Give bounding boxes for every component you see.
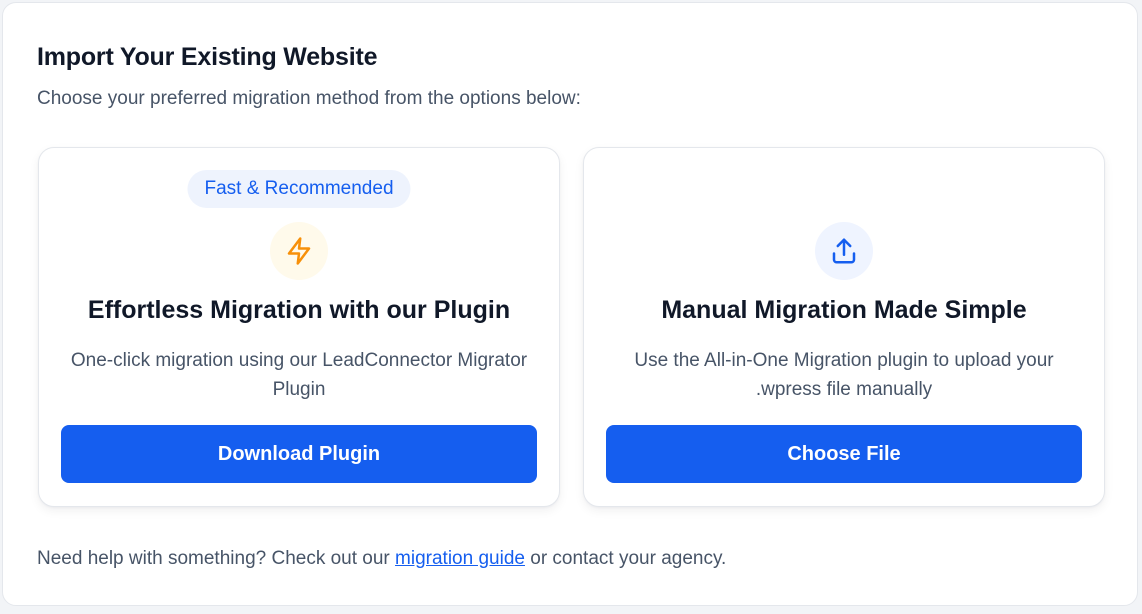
card-description: One-click migration using our LeadConnec… xyxy=(70,350,528,400)
migration-guide-link[interactable]: migration guide xyxy=(395,548,525,569)
card-title: Manual Migration Made Simple xyxy=(661,296,1027,324)
manual-migration-card: Manual Migration Made Simple Use the All… xyxy=(583,147,1105,507)
download-plugin-button[interactable]: Download Plugin xyxy=(61,425,537,483)
import-panel: Import Your Existing Website Choose your… xyxy=(2,2,1138,606)
footer-prefix: Need help with something? Check out our xyxy=(37,548,390,569)
page-title: Import Your Existing Website xyxy=(37,43,378,71)
footer-suffix: or contact your agency. xyxy=(530,548,727,569)
lightning-icon xyxy=(270,222,328,280)
help-footer: Need help with something? Check out our … xyxy=(37,548,726,570)
page-subtitle: Choose your preferred migration method f… xyxy=(37,88,581,109)
choose-file-button[interactable]: Choose File xyxy=(606,425,1082,483)
recommended-badge: Fast & Recommended xyxy=(187,170,411,208)
card-description: Use the All-in-One Migration plugin to u… xyxy=(634,350,1054,400)
plugin-migration-card: Fast & Recommended Effortless Migration … xyxy=(38,147,560,507)
upload-icon xyxy=(815,222,873,280)
card-title: Effortless Migration with our Plugin xyxy=(87,296,511,324)
